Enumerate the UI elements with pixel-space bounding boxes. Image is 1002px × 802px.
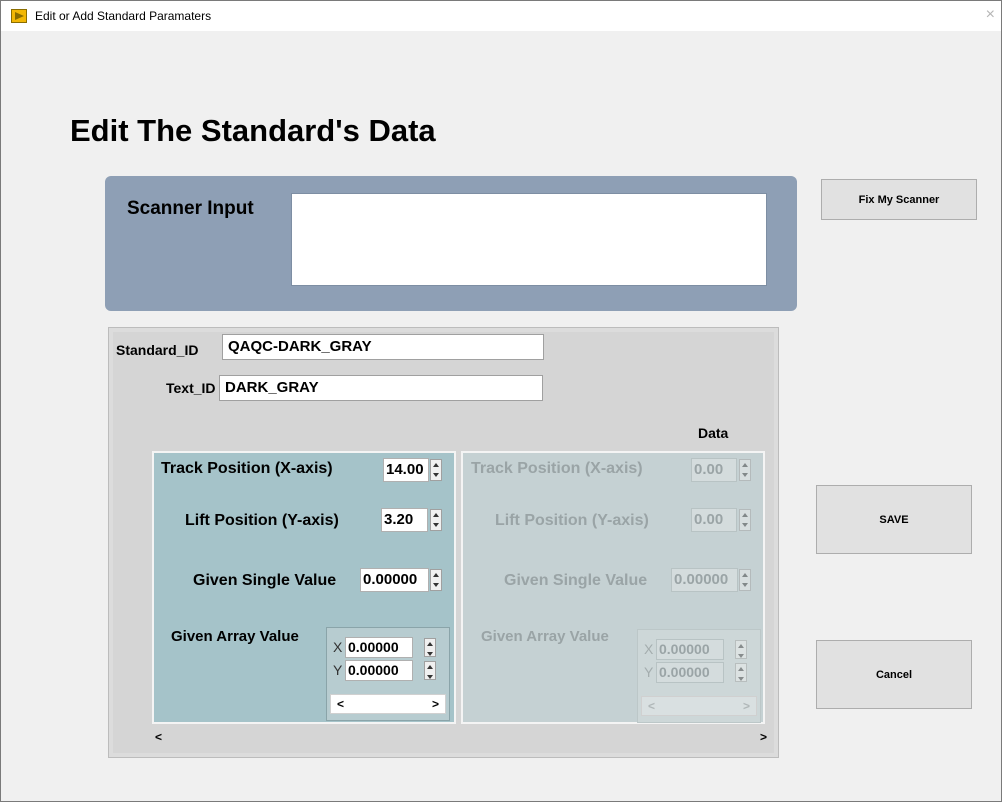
lift-position-field[interactable]: 3.20 [381, 508, 428, 532]
array-scrollbar: < > [641, 696, 757, 716]
array-y-label: Y [644, 664, 654, 680]
given-array-box: X 0.00000 Y 0.00000 < > [637, 629, 761, 723]
data-label: Data [698, 425, 729, 441]
lift-position-label: Lift Position (Y-axis) [495, 512, 649, 529]
save-button[interactable]: SAVE [816, 485, 972, 554]
array-x-label: X [333, 639, 343, 655]
track-position-spinner [739, 459, 751, 481]
array-x-field[interactable]: 0.00000 [345, 637, 413, 658]
given-single-value-label: Given Single Value [193, 572, 337, 589]
given-array-value-label: Given Array Value [481, 628, 609, 645]
window-title: Edit or Add Standard Paramaters [35, 9, 212, 23]
array-y-field[interactable]: 0.00000 [345, 660, 413, 681]
labview-vi-icon [11, 9, 27, 23]
given-single-value-field[interactable]: 0.00000 [360, 568, 429, 592]
track-position-label: Track Position (X-axis) [471, 460, 643, 477]
scroll-right-icon: > [742, 699, 750, 713]
lift-position-spinner[interactable] [430, 509, 442, 531]
track-position-field[interactable]: 14.00 [383, 458, 429, 482]
array-scrollbar[interactable]: < > [330, 694, 446, 714]
title-bar: Edit or Add Standard Paramaters × [1, 1, 1001, 31]
array-x-label: X [644, 641, 654, 657]
data-horizontal-scrollbar[interactable]: < > [151, 728, 771, 746]
scroll-left-icon[interactable]: < [155, 730, 162, 744]
array-x-spinner [735, 640, 747, 659]
lift-position-label: Lift Position (Y-axis) [185, 512, 339, 529]
array-y-spinner[interactable] [424, 661, 436, 680]
track-position-spinner[interactable] [430, 459, 442, 481]
cancel-button[interactable]: Cancel [816, 640, 972, 709]
close-icon[interactable]: × [986, 6, 995, 24]
fix-my-scanner-button[interactable]: Fix My Scanner [821, 179, 977, 220]
scanner-input[interactable] [291, 193, 767, 286]
track-position-field: 0.00 [691, 458, 737, 482]
page-title: Edit The Standard's Data [70, 113, 436, 148]
given-array-box: X 0.00000 Y 0.00000 < > [326, 627, 450, 721]
scroll-right-icon[interactable]: > [432, 697, 439, 711]
standard-id-field[interactable]: QAQC-DARK_GRAY [222, 334, 544, 360]
array-x-field: 0.00000 [656, 639, 724, 660]
lift-position-spinner [739, 509, 751, 531]
standard-id-label: Standard_ID [116, 342, 199, 358]
dialog-window: Edit or Add Standard Paramaters × Edit T… [0, 0, 1002, 802]
scroll-right-icon[interactable]: > [760, 730, 767, 744]
array-y-label: Y [333, 662, 343, 678]
lift-position-field: 0.00 [691, 508, 737, 532]
given-array-value-label: Given Array Value [171, 628, 299, 645]
given-single-value-field: 0.00000 [671, 568, 738, 592]
array-y-spinner [735, 663, 747, 682]
given-single-value-spinner [739, 569, 751, 591]
data-cluster-active: Track Position (X-axis) 14.00 Lift Posit… [152, 451, 456, 724]
scroll-left-icon[interactable]: < [337, 697, 344, 711]
text-id-label: Text_ID [166, 380, 216, 396]
track-position-label: Track Position (X-axis) [161, 460, 333, 477]
array-x-spinner[interactable] [424, 638, 436, 657]
given-single-value-spinner[interactable] [430, 569, 442, 591]
given-single-value-label: Given Single Value [504, 572, 648, 589]
data-cluster-disabled: Track Position (X-axis) 0.00 Lift Positi… [461, 451, 765, 724]
text-id-field[interactable]: DARK_GRAY [219, 375, 543, 401]
array-y-field: 0.00000 [656, 662, 724, 683]
scroll-left-icon: < [648, 699, 656, 713]
scanner-input-label: Scanner Input [127, 198, 254, 219]
scanner-panel: Scanner Input [105, 176, 797, 311]
